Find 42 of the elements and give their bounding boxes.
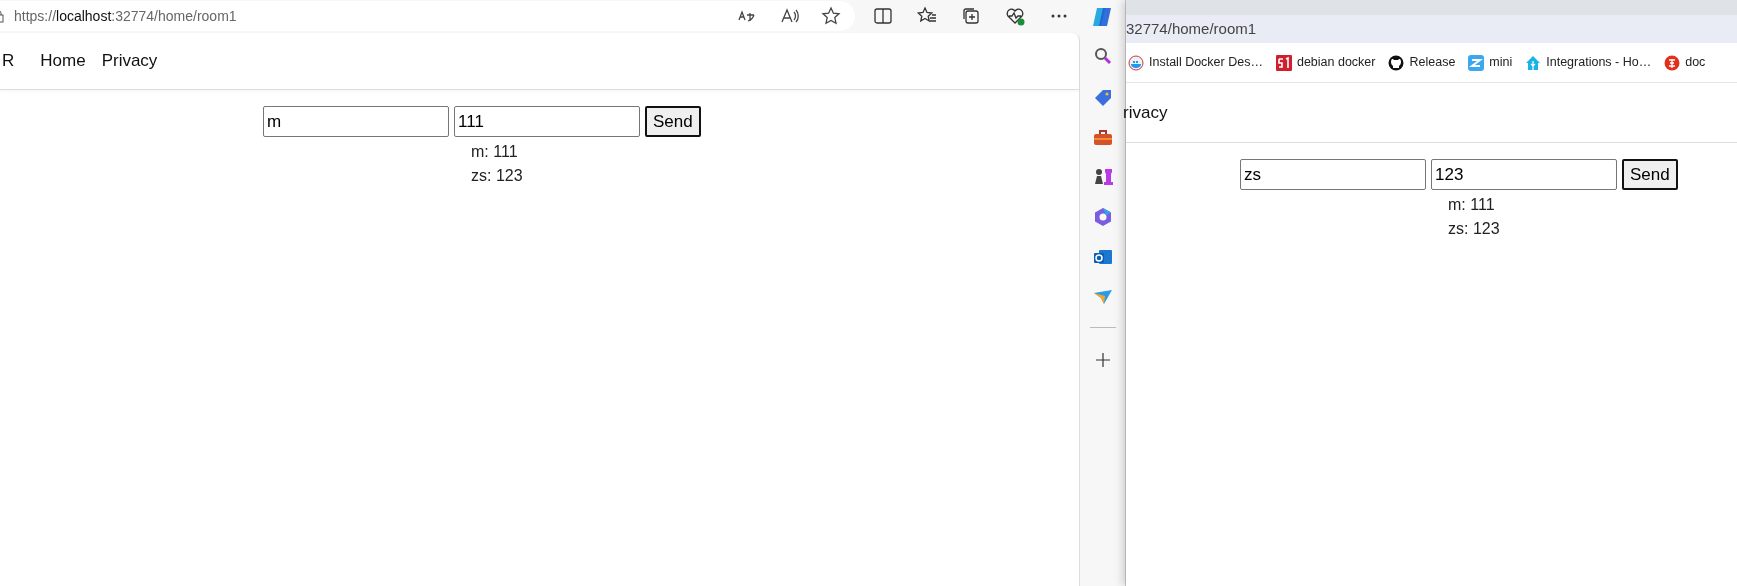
bookmark-label: Integrations - Ho… (1546, 54, 1652, 72)
toolbox-icon[interactable] (1092, 128, 1113, 148)
message-input[interactable]: 123 (1431, 159, 1617, 190)
url-text[interactable]: 32774/home/room1 (1126, 17, 1257, 41)
bookmark-label: mini (1489, 54, 1513, 72)
site-logo-icon (1275, 54, 1292, 71)
bookmark-link[interactable]: Integrations - Ho… (1525, 53, 1652, 72)
bookmark-link[interactable]: debian docker (1275, 53, 1376, 72)
add-icon[interactable] (1095, 353, 1110, 367)
message-text: m: 111 (471, 142, 519, 162)
message-text: m: 111 (1448, 195, 1496, 215)
star-icon[interactable] (821, 6, 841, 26)
name-input[interactable]: m (263, 106, 449, 137)
send-button[interactable]: Send (1622, 159, 1678, 190)
bookmark-label: debian docker (1296, 54, 1376, 72)
bookmark-link[interactable]: Release (1388, 53, 1456, 72)
health-icon[interactable] (1005, 6, 1025, 26)
brand-text[interactable]: R (2, 48, 15, 74)
bookmark-label: Install Docker Des… (1149, 54, 1263, 72)
send-button[interactable]: Send (645, 106, 701, 137)
split-screen-icon[interactable] (873, 6, 893, 26)
nav-link[interactable]: Home (40, 48, 86, 74)
url-text[interactable]: https://localhost:32774/home/room1 (14, 5, 237, 27)
nav-link[interactable]: Privacy (101, 48, 158, 74)
search-icon[interactable] (1092, 46, 1113, 66)
bookmark-label: doc (1685, 54, 1706, 72)
message-text: zs: 123 (1448, 219, 1501, 239)
mail-icon[interactable] (1092, 247, 1113, 267)
message-text: zs: 123 (471, 166, 524, 186)
send-icon[interactable] (1092, 289, 1113, 305)
name-input[interactable]: zs (1240, 159, 1426, 190)
nav-link[interactable]: rivacy (1123, 102, 1168, 122)
collections-icon[interactable] (961, 6, 981, 26)
house-icon (1525, 54, 1542, 71)
bookmark-label: Release (1409, 54, 1456, 72)
bookmark-link[interactable]: Install Docker Des… (1128, 53, 1263, 72)
bookmark-link[interactable]: doc (1664, 53, 1706, 72)
app-logo-icon (1468, 54, 1485, 71)
message-input[interactable]: 111 (454, 106, 640, 137)
bookmark-link[interactable]: mini (1468, 53, 1513, 72)
office-icon[interactable] (1092, 207, 1113, 227)
seal-icon (1664, 54, 1681, 71)
